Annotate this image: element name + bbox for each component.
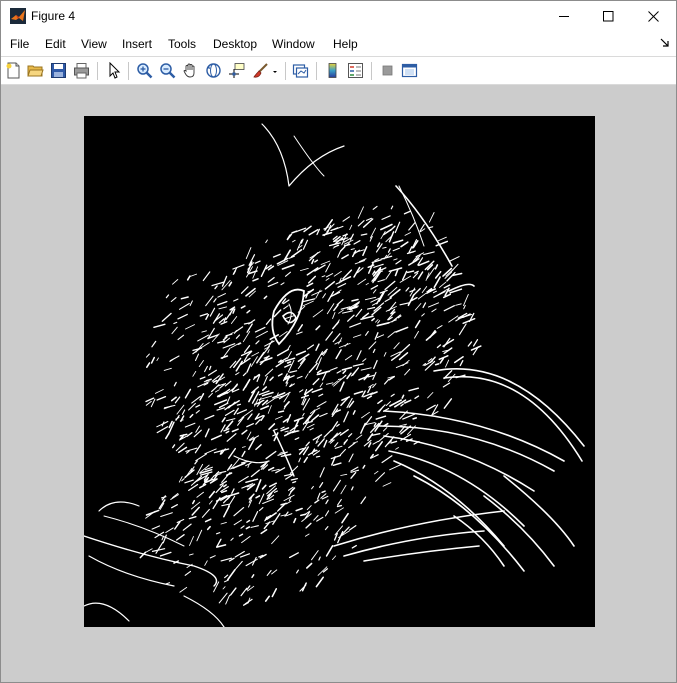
new-figure-icon [6, 62, 20, 79]
edit-plot-button[interactable] [105, 61, 124, 80]
brush-button[interactable] [251, 61, 270, 80]
close-button[interactable] [630, 1, 676, 32]
colorbar-icon [328, 63, 337, 78]
toolbar-separator [128, 62, 129, 80]
menu-insert[interactable]: Insert [122, 37, 152, 51]
minimize-button[interactable] [541, 1, 587, 32]
hide-plot-tools-button[interactable] [378, 61, 397, 80]
menu-window[interactable]: Window [272, 37, 315, 51]
rotate-3d-button[interactable] [204, 61, 223, 80]
insert-legend-button[interactable] [346, 61, 365, 80]
figure-window: Figure 4 File Edit View Insert Tools Des… [0, 0, 677, 683]
zoom-in-icon [137, 63, 153, 79]
open-file-icon [27, 65, 44, 77]
save-button[interactable] [49, 61, 68, 80]
brush-icon [253, 63, 268, 78]
menu-file[interactable]: File [10, 37, 29, 51]
toolbar-separator [97, 62, 98, 80]
menu-edit[interactable]: Edit [45, 37, 66, 51]
zoom-in-button[interactable] [135, 61, 154, 80]
menu-view[interactable]: View [81, 37, 107, 51]
menu-tools[interactable]: Tools [168, 37, 196, 51]
figure-toolbar [1, 56, 676, 85]
image-axes[interactable] [84, 116, 595, 627]
matlab-logo-icon [10, 8, 26, 24]
menu-help[interactable]: Help [333, 37, 358, 51]
pan-button[interactable] [181, 61, 200, 80]
minimize-icon [558, 16, 569, 17]
close-icon [647, 11, 659, 22]
maximize-button[interactable] [585, 1, 631, 32]
toolbar-separator [285, 62, 286, 80]
pan-hand-icon [183, 63, 195, 78]
legend-icon [348, 63, 363, 78]
menu-bar: File Edit View Insert Tools Desktop Wind… [1, 32, 676, 56]
show-plot-tools-button[interactable] [400, 61, 419, 80]
open-file-button[interactable] [26, 61, 45, 80]
maximize-icon [602, 11, 613, 22]
hide-plot-tools-icon [382, 65, 393, 76]
edge-detection-image [84, 123, 585, 627]
new-figure-button[interactable] [4, 61, 23, 80]
edit-plot-arrow-icon [109, 62, 121, 79]
toolbar-separator [371, 62, 372, 80]
data-cursor-button[interactable] [227, 61, 246, 80]
brush-dropdown[interactable] [270, 61, 280, 80]
show-plot-tools-icon [401, 63, 418, 78]
window-title: Figure 4 [31, 9, 76, 23]
print-icon [74, 63, 89, 79]
data-cursor-icon [229, 63, 245, 78]
zoom-out-button[interactable] [158, 61, 177, 80]
link-plot-icon [292, 64, 309, 78]
rotate-3d-icon [206, 63, 221, 78]
chevron-down-icon [273, 71, 277, 73]
toolbar-separator [316, 62, 317, 80]
figure-canvas[interactable] [1, 85, 676, 682]
title-bar[interactable]: Figure 4 [1, 1, 676, 32]
insert-colorbar-button[interactable] [323, 61, 342, 80]
print-button[interactable] [72, 61, 91, 80]
dock-arrow-icon[interactable] [660, 38, 670, 48]
zoom-out-icon [160, 63, 176, 79]
menu-desktop[interactable]: Desktop [213, 37, 257, 51]
link-plot-button[interactable] [291, 61, 310, 80]
save-icon [51, 63, 66, 78]
